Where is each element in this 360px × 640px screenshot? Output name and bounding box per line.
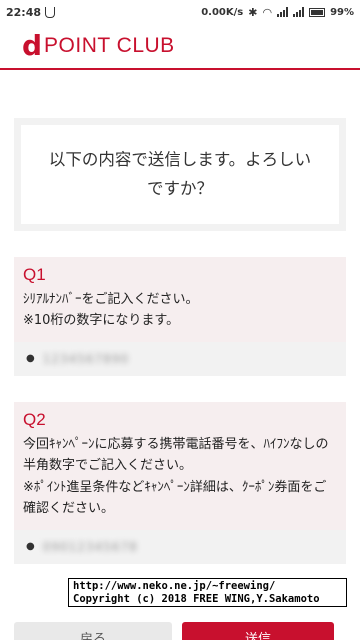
app-header: d POINT CLUB <box>0 24 360 70</box>
status-bar: 22:48 0.00K/s ✱ ◠ 99% <box>0 0 360 24</box>
back-button[interactable]: 戻る <box>14 622 172 640</box>
notification-icon <box>45 6 56 18</box>
dpoint-club-logo[interactable]: d POINT CLUB <box>22 32 175 60</box>
question-text: 今回ｷｬﾝﾍﾟｰﾝに応募する携帯電話番号を、ﾊｲﾌﾝなしの半角数字でご記入くださ… <box>23 436 329 474</box>
battery-icon <box>309 7 326 17</box>
main-content: 以下の内容で送信します。よろしいですか？ Q1 ｼﾘｱﾙﾅﾝﾊﾞｰをご記入くださ… <box>14 118 346 564</box>
confirm-box: 以下の内容で送信します。よろしいですか？ <box>14 118 346 231</box>
status-right: 0.00K/s ✱ ◠ 99% <box>201 6 354 19</box>
watermark-copyright: Copyright (c) 2018 FREE WING,Y.Sakamoto <box>73 592 320 605</box>
question-note: ※ﾎﾟｲﾝﾄ進呈条件などｷｬﾝﾍﾟｰﾝ詳細は、ｸｰﾎﾟﾝ券面をご確認ください。 <box>23 479 327 517</box>
logo-mark: d <box>22 29 43 62</box>
question-1: Q1 ｼﾘｱﾙﾅﾝﾊﾞｰをご記入ください。 ※10桁の数字になります。 ● 12… <box>14 257 346 376</box>
question-text: ｼﾘｱﾙﾅﾝﾊﾞｰをご記入ください。 <box>23 292 199 307</box>
battery-level: 99% <box>330 6 354 18</box>
question-note: ※10桁の数字になります。 <box>23 313 180 329</box>
question-block: Q2 今回ｷｬﾝﾍﾟｰﾝに応募する携帯電話番号を、ﾊｲﾌﾝなしの半角数字でご記入… <box>14 401 346 530</box>
answer-value: 1234567890 <box>42 351 130 366</box>
logo-text: POINT CLUB <box>44 34 175 57</box>
question-2: Q2 今回ｷｬﾝﾍﾟｰﾝに応募する携帯電話番号を、ﾊｲﾌﾝなしの半角数字でご記入… <box>14 401 346 564</box>
status-time: 22:48 <box>6 5 42 19</box>
button-bar: 戻る 送信 <box>0 622 360 640</box>
answer-block: ● 1234567890 <box>14 341 346 376</box>
question-block: Q1 ｼﾘｱﾙﾅﾝﾊﾞｰをご記入ください。 ※10桁の数字になります。 <box>14 257 346 342</box>
signal-icon <box>277 7 289 17</box>
answer-value: 09012345678 <box>42 539 138 554</box>
question-label: Q2 <box>23 409 46 429</box>
confirm-message: 以下の内容で送信します。よろしいですか？ <box>21 125 339 224</box>
answer-block: ● 09012345678 <box>14 529 346 564</box>
send-button[interactable]: 送信 <box>182 622 334 640</box>
bullet-icon: ● <box>26 353 35 365</box>
question-label: Q1 <box>23 265 46 284</box>
signal-icon-2 <box>293 7 305 17</box>
bluetooth-icon: ✱ <box>248 5 258 19</box>
bullet-icon: ● <box>26 541 35 553</box>
network-speed: 0.00K/s <box>201 6 244 18</box>
wifi-icon: ◠ <box>262 5 273 19</box>
watermark-url: http://www.neko.ne.jp/~freewing/ <box>73 580 276 592</box>
copyright-watermark: http://www.neko.ne.jp/~freewing/ Copyrig… <box>68 578 347 608</box>
